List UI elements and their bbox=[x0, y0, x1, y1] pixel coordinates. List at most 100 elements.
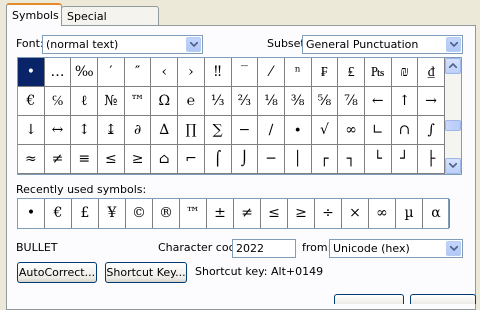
symbol-cell[interactable]: ⅝ bbox=[311, 87, 339, 116]
symbol-cell[interactable]: ⅜ bbox=[284, 87, 312, 116]
symbol-cell[interactable]: ₧ bbox=[364, 58, 392, 87]
symbol-cell[interactable]: ≥ bbox=[124, 145, 152, 174]
subset-dropdown-arrow-icon[interactable] bbox=[446, 37, 461, 52]
symbol-cell[interactable]: ₫ bbox=[418, 58, 445, 87]
scroll-down-button[interactable] bbox=[445, 158, 461, 174]
recent-symbol-cell[interactable]: ® bbox=[153, 199, 180, 228]
cancel-button[interactable] bbox=[410, 294, 476, 304]
symbol-cell[interactable]: › bbox=[178, 58, 205, 87]
recent-symbol-cell[interactable]: ± bbox=[207, 199, 234, 228]
symbol-cell[interactable]: ≡ bbox=[71, 145, 99, 174]
symbol-cell[interactable]: ∕ bbox=[258, 116, 285, 145]
symbol-cell[interactable]: − bbox=[231, 116, 259, 145]
symbol-cell[interactable]: ↑ bbox=[391, 87, 419, 116]
recent-symbol-cell[interactable]: ™ bbox=[180, 199, 207, 228]
symbol-cell[interactable]: ∫ bbox=[418, 116, 445, 145]
symbol-cell[interactable]: ↓ bbox=[18, 116, 45, 145]
symbol-cell[interactable]: ∙ bbox=[284, 116, 312, 145]
symbol-cell[interactable]: ↕ bbox=[71, 116, 99, 145]
symbol-cell[interactable]: ℓ bbox=[71, 87, 99, 116]
symbol-cell[interactable]: ─ bbox=[258, 145, 285, 174]
symbol-cell[interactable]: ≤ bbox=[98, 145, 125, 174]
from-dropdown-arrow-icon[interactable] bbox=[446, 241, 461, 256]
symbol-cell[interactable]: ∂ bbox=[124, 116, 152, 145]
font-dropdown[interactable]: (normal text) bbox=[42, 35, 203, 54]
symbol-cell[interactable]: • bbox=[18, 58, 45, 87]
symbol-grid-scrollbar[interactable] bbox=[445, 57, 462, 175]
symbol-cell[interactable]: € bbox=[18, 87, 45, 116]
character-name: BULLET bbox=[16, 241, 58, 254]
recent-symbol-cell[interactable]: ∞ bbox=[369, 199, 396, 228]
recent-symbol-cell[interactable]: ≤ bbox=[261, 199, 288, 228]
symbol-cell[interactable]: ┐ bbox=[338, 145, 365, 174]
tab-special-characters[interactable]: Special Characters bbox=[61, 6, 159, 42]
symbol-cell[interactable]: → bbox=[418, 87, 445, 116]
symbol-cell[interactable]: ⌐ bbox=[178, 145, 205, 174]
symbol-cell[interactable]: ‾ bbox=[231, 58, 259, 87]
symbol-cell[interactable]: ⅔ bbox=[231, 87, 259, 116]
symbol-cell[interactable]: … bbox=[44, 58, 72, 87]
symbol-cell[interactable]: ≈ bbox=[18, 145, 45, 174]
from-dropdown[interactable]: Unicode (hex) bbox=[329, 239, 463, 258]
symbol-cell[interactable]: ┌ bbox=[311, 145, 339, 174]
insert-button[interactable] bbox=[334, 294, 404, 304]
symbol-cell[interactable]: ↨ bbox=[98, 116, 125, 145]
symbol-cell[interactable]: ‰ bbox=[71, 58, 99, 87]
recent-symbol-cell[interactable]: × bbox=[342, 199, 369, 228]
shortcut-key-button[interactable]: Shortcut Key... bbox=[105, 262, 187, 283]
symbol-cell[interactable]: ⁄ bbox=[258, 58, 285, 87]
recent-symbol-cell[interactable]: € bbox=[45, 199, 72, 228]
recent-symbol-cell[interactable]: ≠ bbox=[234, 199, 261, 228]
tab-symbols[interactable]: Symbols bbox=[6, 3, 62, 26]
symbol-cell[interactable]: ′ bbox=[98, 58, 125, 87]
recent-symbol-cell[interactable]: ÷ bbox=[315, 199, 342, 228]
symbol-cell[interactable]: ← bbox=[364, 87, 392, 116]
symbol-grid[interactable]: •… ‰ ′ ″ ‹ › ‼ ‾ ⁄ ⁿ ₣ ₤ ₧ ₪ ₫ € ℅ ℓ № ™ Ω ℮ ⅓ ⅔ ⅛ ⅜ ⅝ ⅞ ← ↑ → ↓ ↔ ↕ ↨ ∂ ∆ ∏ ∑… bbox=[17, 57, 445, 175]
symbol-cell[interactable]: ≠ bbox=[44, 145, 72, 174]
character-code-input[interactable]: 2022 bbox=[232, 239, 296, 258]
symbol-cell[interactable]: ⌡ bbox=[231, 145, 259, 174]
symbol-cell[interactable]: ∟ bbox=[364, 116, 392, 145]
recent-symbol-cell[interactable]: µ bbox=[396, 199, 423, 228]
recent-symbol-cell[interactable]: © bbox=[126, 199, 153, 228]
subset-dropdown[interactable]: General Punctuation bbox=[302, 35, 463, 54]
symbol-cell[interactable]: ℮ bbox=[178, 87, 205, 116]
symbol-cell[interactable]: √ bbox=[311, 116, 339, 145]
symbol-cell[interactable]: ↔ bbox=[44, 116, 72, 145]
symbol-cell[interactable]: ₪ bbox=[391, 58, 419, 87]
symbol-cell[interactable]: ₤ bbox=[338, 58, 365, 87]
symbol-cell[interactable]: ∑ bbox=[204, 116, 232, 145]
symbol-cell[interactable]: │ bbox=[284, 145, 312, 174]
symbol-cell[interactable]: ₣ bbox=[311, 58, 339, 87]
symbol-cell[interactable]: ⁿ bbox=[284, 58, 312, 87]
symbol-cell[interactable]: ⌂ bbox=[151, 145, 179, 174]
symbol-cell[interactable]: ┘ bbox=[391, 145, 419, 174]
symbol-cell[interactable]: ∞ bbox=[338, 116, 365, 145]
symbol-cell[interactable]: ℅ bbox=[44, 87, 72, 116]
symbol-cell[interactable]: ⌠ bbox=[204, 145, 232, 174]
recent-symbol-cell[interactable]: ¥ bbox=[99, 199, 126, 228]
recent-symbol-cell[interactable]: • bbox=[18, 199, 45, 228]
symbol-cell[interactable]: └ bbox=[364, 145, 392, 174]
symbol-cell[interactable]: ⅛ bbox=[258, 87, 285, 116]
symbol-cell[interactable]: ″ bbox=[124, 58, 152, 87]
symbol-cell[interactable]: ⅓ bbox=[204, 87, 232, 116]
symbol-cell[interactable]: Ω bbox=[151, 87, 179, 116]
autocorrect-button[interactable]: AutoCorrect... bbox=[17, 262, 97, 283]
symbol-cell[interactable]: № bbox=[98, 87, 125, 116]
symbol-cell[interactable]: ∏ bbox=[178, 116, 205, 145]
symbol-cell[interactable]: ⅞ bbox=[338, 87, 365, 116]
symbol-cell[interactable]: ‹ bbox=[151, 58, 179, 87]
recent-symbols-grid[interactable]: • € £ ¥ © ® ™ ± ≠ ≤ ≥ ÷ × ∞ µ α bbox=[17, 198, 450, 229]
recent-symbol-cell[interactable]: £ bbox=[72, 199, 99, 228]
symbol-cell[interactable]: ‼ bbox=[204, 58, 232, 87]
symbol-cell[interactable]: ∆ bbox=[151, 116, 179, 145]
symbol-cell[interactable]: ∩ bbox=[391, 116, 419, 145]
recent-symbol-cell[interactable]: α bbox=[423, 199, 450, 228]
symbol-cell[interactable]: ├ bbox=[418, 145, 445, 174]
symbol-cell[interactable]: ™ bbox=[124, 87, 152, 116]
scroll-up-button[interactable] bbox=[445, 58, 461, 74]
recent-symbol-cell[interactable]: ≥ bbox=[288, 199, 315, 228]
font-dropdown-arrow-icon[interactable] bbox=[186, 37, 201, 52]
scroll-thumb[interactable] bbox=[445, 120, 461, 131]
